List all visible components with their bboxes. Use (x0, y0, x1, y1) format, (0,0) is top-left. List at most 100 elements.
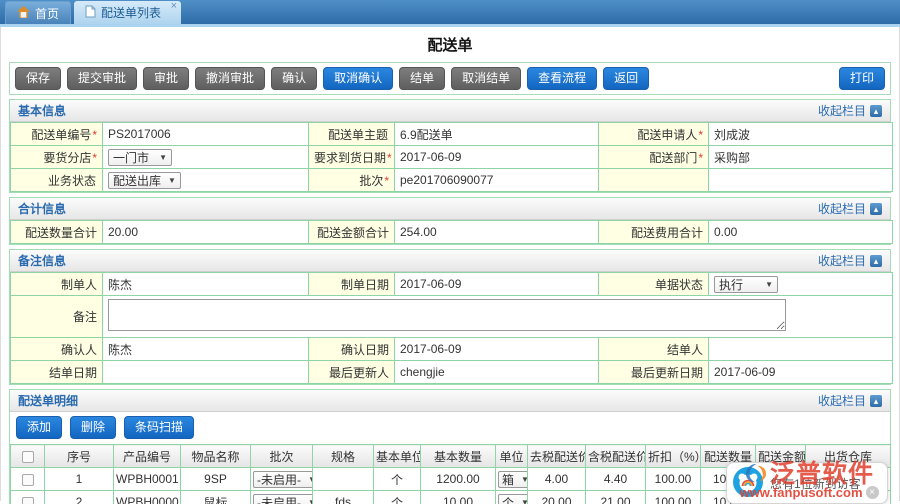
branch-select[interactable]: 一门市▼ (108, 149, 172, 166)
tab-home[interactable]: 首页 (5, 1, 71, 24)
confirm-button[interactable]: 确认 (271, 67, 317, 90)
col-base-unit: 基本单位 (374, 445, 421, 468)
remark-cell (103, 296, 893, 338)
item-name-cell: 鼠标 (181, 491, 251, 504)
unit-cell: 个▼ (496, 491, 528, 504)
tab-bar: 首页 配送单列表 × (0, 0, 900, 27)
biz-status-select[interactable]: 配送出库▼ (108, 172, 181, 189)
form-row: 配送单编号* PS2017006 配送单主题 6.9配送单 配送申请人* 刘成波 (11, 123, 893, 146)
basic-info-title: 基本信息 (18, 102, 66, 119)
totals-title: 合计信息 (18, 200, 66, 217)
barcode-scan-button[interactable]: 条码扫描 (124, 416, 194, 439)
basic-info-section: 基本信息 收起栏目 ▴ 配送单编号* PS2017006 配送单主题 6.9配送… (9, 99, 891, 193)
cancel-approval-button[interactable]: 撤消审批 (195, 67, 265, 90)
chevron-down-icon: ▼ (521, 498, 527, 504)
fee-total-label: 配送费用合计 (599, 221, 709, 244)
price-ex-tax-cell: 20.00 (528, 491, 586, 504)
chat-bear-icon (733, 467, 763, 500)
cancel-confirm-button[interactable]: 取消确认 (323, 67, 393, 90)
col-batch: 批次 (251, 445, 313, 468)
basic-info-header: 基本信息 收起栏目 ▴ (10, 100, 890, 122)
totals-collapse-toggle[interactable]: 收起栏目 ▴ (818, 200, 882, 217)
cancel-close-order-button[interactable]: 取消结单 (451, 67, 521, 90)
watermark-close-icon[interactable]: × (866, 486, 879, 499)
visitor-message: 您有1位新到访客 (770, 475, 861, 492)
row-checkbox[interactable] (22, 497, 34, 504)
visitor-notification-popup[interactable]: 您有1位新到访客 (726, 462, 888, 504)
doc-status-cell: 执行▼ (709, 273, 893, 296)
collapse-icon: ▴ (870, 255, 882, 267)
save-button[interactable]: 保存 (15, 67, 61, 90)
back-button[interactable]: 返回 (603, 67, 649, 90)
print-button[interactable]: 打印 (839, 67, 885, 90)
form-row: 业务状态 配送出库▼ 批次* pe201706090077 (11, 169, 893, 192)
chevron-down-icon: ▼ (765, 280, 773, 289)
last-updater-label: 最后更新人 (309, 361, 395, 384)
page-title: 配送单 (9, 34, 891, 55)
select-all-checkbox[interactable] (22, 451, 34, 463)
col-price-inc-tax: 含税配送价 (586, 445, 646, 468)
tab-delivery-list[interactable]: 配送单列表 × (74, 1, 181, 24)
toolbar: 保存 提交审批 审批 撤消审批 确认 取消确认 结单 取消结单 查看流程 返回 … (9, 62, 891, 95)
row-batch-select[interactable]: -未启用-▼ (253, 494, 313, 504)
biz-status-cell: 配送出库▼ (103, 169, 309, 192)
batch-label: 批次* (309, 169, 395, 192)
row-unit-select[interactable]: 箱▼ (498, 471, 528, 488)
product-code-cell: WPBH0001 (114, 468, 181, 491)
doc-status-select[interactable]: 执行▼ (714, 276, 778, 293)
row-unit-select[interactable]: 个▼ (498, 494, 528, 504)
base-unit-cell: 个 (374, 468, 421, 491)
item-name-cell: 9SP (181, 468, 251, 491)
col-item-name: 物品名称 (181, 445, 251, 468)
row-batch-select[interactable]: -未启用-▼ (253, 471, 313, 488)
empty-label-cell (599, 169, 709, 192)
remark-textarea[interactable] (108, 299, 786, 331)
branch-cell: 一门市▼ (103, 146, 309, 169)
discount-cell: 100.00 (646, 491, 701, 504)
approve-button[interactable]: 审批 (143, 67, 189, 90)
price-ex-tax-cell: 4.00 (528, 468, 586, 491)
chevron-down-icon: ▼ (308, 475, 313, 484)
collapse-label: 收起栏目 (818, 392, 866, 409)
form-row: 要货分店* 一门市▼ 要求到货日期* 2017-06-09 配送部门* 采购部 (11, 146, 893, 169)
closer-value (709, 338, 893, 361)
tab-home-label: 首页 (35, 5, 59, 22)
subject-label: 配送单主题 (309, 123, 395, 146)
totals-header: 合计信息 收起栏目 ▴ (10, 198, 890, 220)
tab-close-icon[interactable]: × (171, 1, 177, 12)
confirm-date-label: 确认日期 (309, 338, 395, 361)
creator-value: 陈杰 (103, 273, 309, 296)
chevron-down-icon: ▼ (308, 498, 313, 504)
required-asterisk: * (698, 128, 703, 142)
close-order-button[interactable]: 结单 (399, 67, 445, 90)
totals-form: 配送数量合计 20.00 配送金额合计 254.00 配送费用合计 0.00 (10, 220, 893, 244)
remarks-collapse-toggle[interactable]: 收起栏目 ▴ (818, 252, 882, 269)
last-update-date-label: 最后更新日期 (599, 361, 709, 384)
detail-toolbar: 添加 删除 条码扫描 (10, 412, 890, 444)
closer-label: 结单人 (599, 338, 709, 361)
col-seq: 序号 (45, 445, 114, 468)
discount-cell: 100.00 (646, 468, 701, 491)
col-unit: 单位 (496, 445, 528, 468)
home-icon (17, 6, 30, 21)
remarks-title: 备注信息 (18, 252, 66, 269)
form-row: 结单日期 最后更新人 chengjie 最后更新日期 2017-06-09 (11, 361, 893, 384)
collapse-icon: ▴ (870, 105, 882, 117)
detail-collapse-toggle[interactable]: 收起栏目 ▴ (818, 392, 882, 409)
department-label: 配送部门* (599, 146, 709, 169)
submit-approval-button[interactable]: 提交审批 (67, 67, 137, 90)
view-workflow-button[interactable]: 查看流程 (527, 67, 597, 90)
unit-cell: 箱▼ (496, 468, 528, 491)
add-row-button[interactable]: 添加 (16, 416, 62, 439)
delete-row-button[interactable]: 删除 (70, 416, 116, 439)
amount-total-value: 254.00 (395, 221, 599, 244)
due-date-value: 2017-06-09 (395, 146, 599, 169)
seq-cell: 1 (45, 468, 114, 491)
required-asterisk: * (384, 174, 389, 188)
confirmer-value: 陈杰 (103, 338, 309, 361)
base-unit-cell: 个 (374, 491, 421, 504)
remark-label: 备注 (11, 296, 103, 338)
row-checkbox[interactable] (22, 474, 34, 486)
basic-collapse-toggle[interactable]: 收起栏目 ▴ (818, 102, 882, 119)
confirm-date-value: 2017-06-09 (395, 338, 599, 361)
